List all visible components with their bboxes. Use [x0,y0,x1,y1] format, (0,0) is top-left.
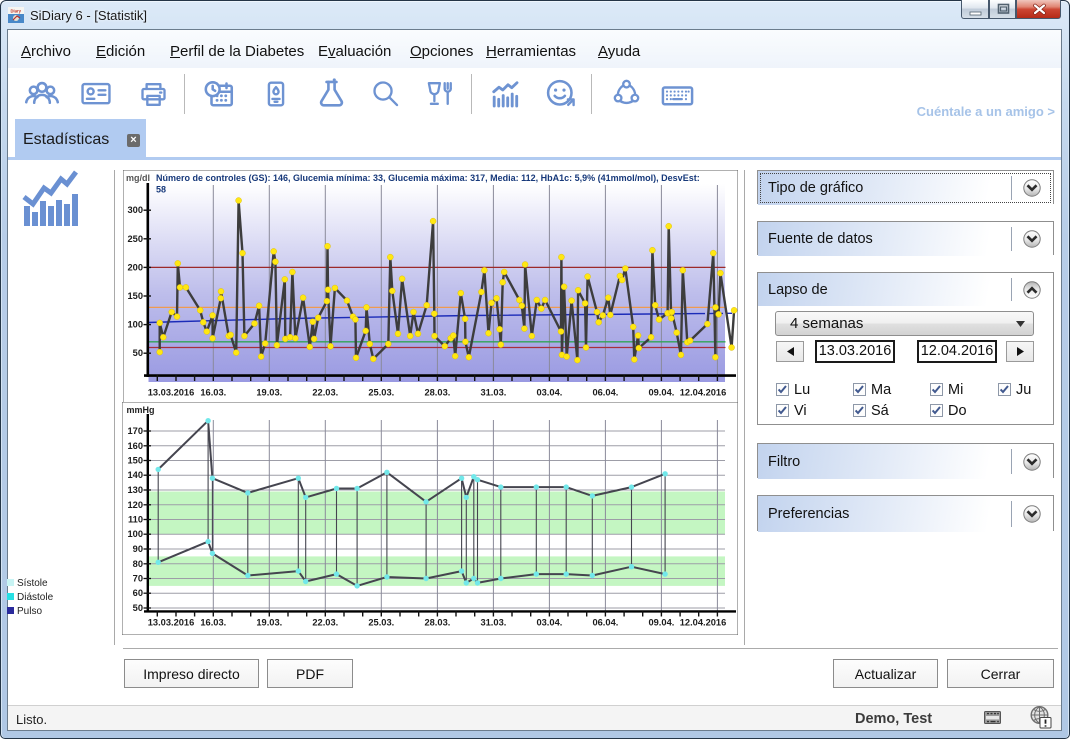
svg-text:200: 200 [127,262,143,272]
svg-text:19.03.: 19.03. [256,388,282,398]
svg-text:130: 130 [127,485,143,495]
svg-text:160: 160 [127,441,143,451]
svg-text:60: 60 [133,588,143,598]
svg-text:09.04.: 09.04. [648,618,674,628]
svg-text:25.03.: 25.03. [368,388,394,398]
svg-text:70: 70 [133,574,143,584]
svg-text:31.03.: 31.03. [480,618,506,628]
svg-text:mg/dl: mg/dl [126,173,150,183]
svg-text:90: 90 [133,544,143,554]
svg-text:09.04.: 09.04. [648,388,674,398]
svg-text:Diary: Diary [11,9,22,14]
svg-text:mmHg: mmHg [127,405,155,415]
svg-text:100: 100 [127,529,143,539]
svg-text:300: 300 [127,205,143,215]
svg-text:06.04.: 06.04. [592,388,618,398]
svg-text:06.04.: 06.04. [592,618,618,628]
svg-text:110: 110 [128,515,143,525]
svg-text:28.03.: 28.03. [424,388,450,398]
svg-text:28.03.: 28.03. [424,618,450,628]
svg-text:12.04.2016: 12.04.2016 [680,388,727,398]
svg-text:50: 50 [133,348,143,358]
svg-text:170: 170 [127,426,143,436]
svg-text:22.03.: 22.03. [312,388,338,398]
svg-text:12.04.2016: 12.04.2016 [680,618,727,628]
svg-text:25.03.: 25.03. [368,618,394,628]
svg-text:140: 140 [127,470,143,480]
svg-text:13.03.2016: 13.03.2016 [148,388,195,398]
svg-text:16.03.: 16.03. [200,618,226,628]
svg-text:03.04.: 03.04. [536,618,562,628]
svg-text:250: 250 [127,234,143,244]
svg-text:Número de controles (GS): 146,: Número de controles (GS): 146, Glucemia … [156,173,700,183]
svg-text:120: 120 [127,500,143,510]
svg-text:80: 80 [133,559,143,569]
svg-text:50: 50 [133,603,143,613]
svg-text:150: 150 [127,291,143,301]
svg-text:22.03.: 22.03. [312,618,338,628]
svg-text:150: 150 [127,456,143,466]
svg-text:100: 100 [127,320,143,330]
svg-text:58: 58 [156,185,166,195]
svg-text:19.03.: 19.03. [256,618,282,628]
svg-text:13.03.2016: 13.03.2016 [148,618,195,628]
svg-text:03.04.: 03.04. [536,388,562,398]
svg-text:16.03.: 16.03. [200,388,226,398]
svg-text:31.03.: 31.03. [480,388,506,398]
